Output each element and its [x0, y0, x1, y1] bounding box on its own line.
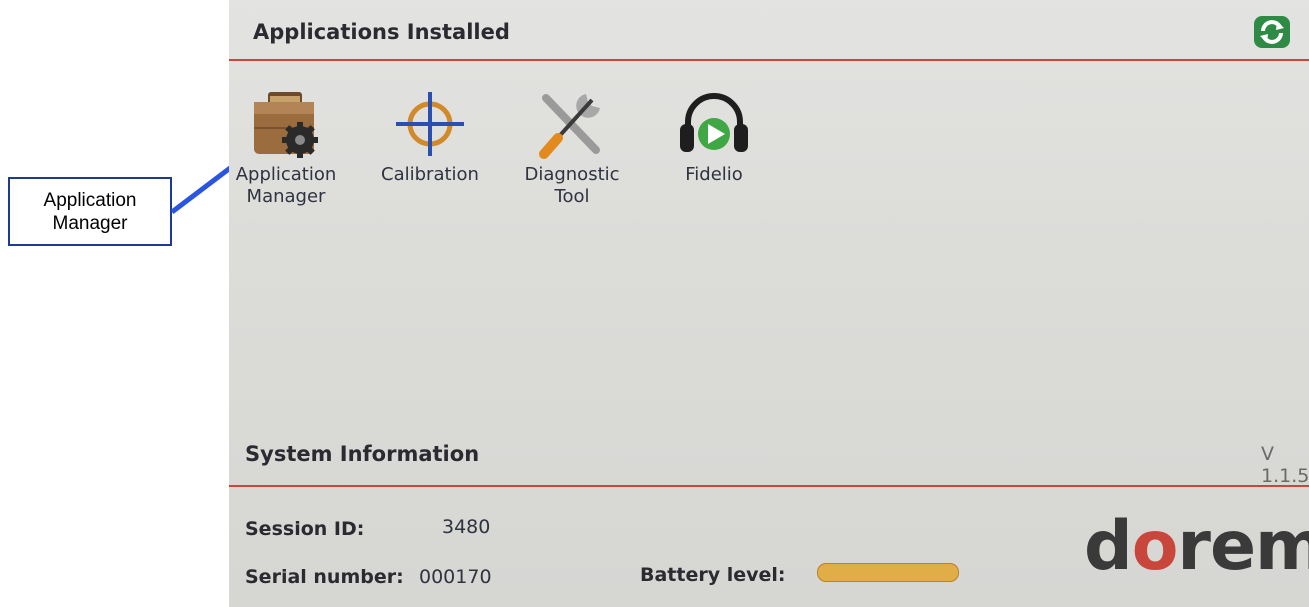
battery-level-fill: [818, 564, 958, 581]
system-information-title: System Information: [245, 442, 480, 466]
app-diagnostic-tool[interactable]: Diagnostic Tool: [507, 88, 637, 208]
callout-label: Application Manager: [8, 177, 172, 246]
wrench-screwdriver-icon: [539, 94, 600, 159]
serial-number-label: Serial number:: [245, 566, 404, 588]
app-label-diagnostic-tool: Diagnostic Tool: [524, 164, 620, 207]
refresh-icon[interactable]: [1253, 15, 1291, 49]
app-label-calibration: Calibration: [381, 164, 479, 185]
briefcase-gear-icon: [254, 92, 318, 158]
app-fidelio[interactable]: Fidelio: [649, 88, 779, 186]
version-text: V 1.1.5: [1261, 443, 1309, 487]
doremi-logo: doremi: [1084, 507, 1309, 586]
app-application-manager[interactable]: Application Manager: [229, 88, 351, 208]
app-label-fidelio: Fidelio: [685, 164, 743, 185]
session-id-label: Session ID:: [245, 518, 365, 540]
app-label-application-manager: Application Manager: [235, 164, 337, 207]
applications-header-title: Applications Installed: [253, 20, 510, 44]
session-id-value: 3480: [442, 516, 491, 538]
battery-level-label: Battery level:: [640, 564, 786, 586]
callout-line-1: Application: [43, 189, 137, 211]
callout-line-2: Manager: [52, 212, 128, 234]
header-divider: [229, 59, 1309, 61]
crosshair-icon: [396, 92, 464, 156]
serial-number-value: 000170: [419, 566, 492, 588]
battery-level-bar: [817, 563, 959, 582]
app-calibration[interactable]: Calibration: [365, 88, 495, 186]
headphones-play-icon: [680, 93, 748, 152]
system-divider: [229, 485, 1309, 487]
device-screen: Applications Installed Application Manag…: [229, 0, 1309, 607]
